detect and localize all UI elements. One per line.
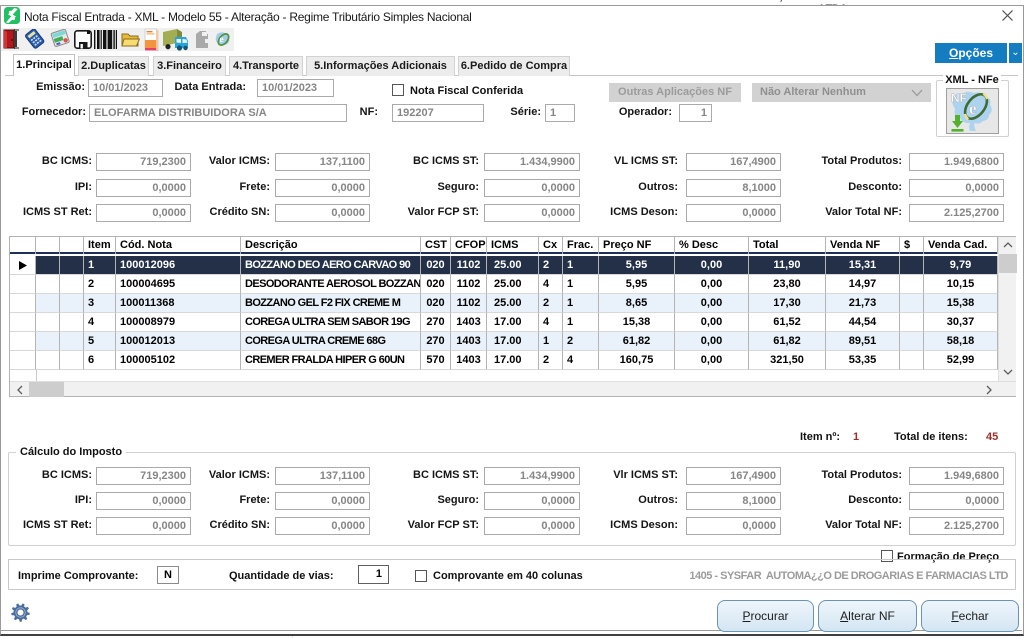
svg-text:NF: NF	[951, 91, 967, 105]
svg-text:e: e	[969, 99, 977, 118]
svg-text:e: e	[220, 34, 224, 44]
